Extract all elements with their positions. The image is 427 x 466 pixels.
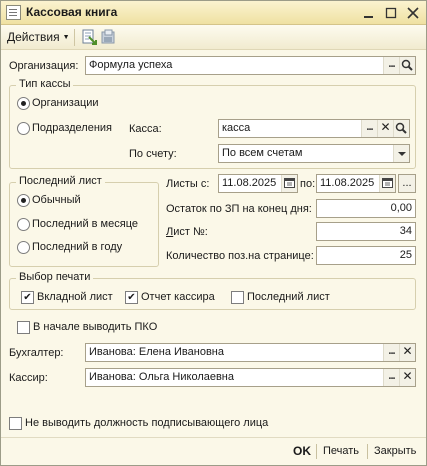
organization-label: Организация: — [9, 60, 79, 72]
actions-menu-label: Действия — [7, 30, 60, 44]
footer-divider — [1, 437, 426, 438]
sheets-from-label: Листы с: — [166, 178, 210, 190]
accountant-label: Бухгалтер: — [9, 347, 64, 359]
clear-icon[interactable]: ✕ — [377, 120, 393, 137]
balance-value: 0,00 — [390, 202, 412, 214]
period-select-label: ... — [402, 177, 412, 189]
checkbox-pko-first-label[interactable]: В начале выводить ПКО — [33, 321, 157, 333]
footer-separator — [367, 444, 368, 459]
radio-last-in-year-label[interactable]: Последний в году — [32, 241, 122, 253]
kassa-value: касса — [222, 122, 251, 134]
kassa-label: Касса: — [129, 123, 162, 135]
accountant-value: Иванова: Елена Ивановна — [89, 346, 224, 358]
radio-last-in-month[interactable] — [17, 218, 30, 231]
radio-last-in-year[interactable] — [17, 241, 30, 254]
radio-subdivision[interactable] — [17, 122, 30, 135]
sheets-from-field[interactable]: 11.08.2025 — [218, 174, 298, 193]
radio-normal-label[interactable]: Обычный — [32, 194, 81, 206]
account-label: По счету: — [129, 148, 177, 160]
sheet-number-label: Лист №: — [166, 226, 208, 238]
radio-organization-label[interactable]: Организации — [32, 97, 99, 109]
caret-down-icon: ▼ — [62, 34, 70, 41]
restore-icon[interactable] — [382, 4, 400, 22]
accountant-select-button[interactable]: ... — [383, 344, 399, 361]
clear-icon[interactable]: ✕ — [399, 344, 415, 361]
checkbox-last-sheet-label[interactable]: Последний лист — [247, 291, 330, 303]
checkbox-last-sheet[interactable] — [231, 291, 244, 304]
title-bar[interactable]: Кассовая книга — [1, 1, 426, 25]
checkbox-hide-position[interactable] — [9, 417, 22, 430]
chevron-down-icon[interactable] — [393, 145, 409, 162]
minimize-icon[interactable] — [360, 4, 378, 22]
calendar-icon[interactable] — [281, 175, 297, 192]
cashier-select-button[interactable]: ... — [383, 369, 399, 386]
organization-value: Формула успеха — [89, 59, 173, 71]
actions-menu-button[interactable]: Действия ▼ — [7, 30, 70, 44]
window-title: Кассовая книга — [26, 5, 118, 19]
sheets-from-value: 11.08.2025 — [222, 177, 277, 189]
count-value: 25 — [399, 249, 412, 261]
checkbox-insert-sheet[interactable]: ✔ — [21, 291, 34, 304]
checkbox-cashier-report[interactable]: ✔ — [125, 291, 138, 304]
close-button[interactable]: Закрыть — [374, 445, 416, 457]
sheets-to-field[interactable]: 11.08.2025 — [316, 174, 396, 193]
balance-label: Остаток по ЗП на конец дня: — [166, 203, 312, 215]
last-sheet-title: Последний лист — [16, 175, 105, 187]
cash-book-window: Кассовая книга Действия ▼ Организация: Ф… — [0, 0, 427, 466]
radio-normal[interactable] — [17, 194, 30, 207]
cash-type-title: Тип кассы — [16, 78, 74, 90]
fill-document-icon[interactable] — [80, 28, 98, 46]
sheets-to-value: 11.08.2025 — [320, 177, 375, 189]
kassa-select-button[interactable]: ... — [361, 120, 377, 137]
account-combobox[interactable]: По всем счетам — [218, 144, 410, 163]
footer-separator — [316, 444, 317, 459]
sheet-number-field[interactable]: 34 — [316, 222, 416, 241]
account-value: По всем счетам — [222, 147, 303, 159]
radio-subdivision-label[interactable]: Подразделения — [32, 122, 112, 134]
period-select-button[interactable]: ... — [398, 174, 416, 193]
print-button[interactable]: Печать — [323, 445, 359, 457]
checkbox-insert-sheet-label[interactable]: Вкладной лист — [37, 291, 113, 303]
ok-button[interactable]: OK — [293, 444, 311, 458]
print-settings-icon[interactable] — [99, 28, 117, 46]
cashier-value: Иванова: Ольга Николаевна — [89, 371, 235, 383]
checkbox-hide-position-label[interactable]: Не выводить должность подписывающего лиц… — [25, 417, 268, 429]
balance-field[interactable]: 0,00 — [316, 199, 416, 218]
organization-field[interactable]: Формула успеха ... — [85, 56, 416, 75]
ledger-icon — [6, 5, 21, 20]
sheet-number-label-rest: ист №: — [173, 226, 208, 238]
clear-icon[interactable]: ✕ — [399, 369, 415, 386]
count-label: Количество поз.на странице: — [166, 250, 314, 262]
checkbox-cashier-report-label[interactable]: Отчет кассира — [141, 291, 215, 303]
search-icon[interactable] — [393, 120, 409, 137]
cashier-label: Кассир: — [9, 372, 48, 384]
kassa-field[interactable]: касса ... ✕ — [218, 119, 410, 138]
accountant-field[interactable]: Иванова: Елена Ивановна ... ✕ — [85, 343, 416, 362]
radio-last-in-month-label[interactable]: Последний в месяце — [32, 218, 138, 230]
organization-select-button[interactable]: ... — [383, 57, 399, 74]
cashier-field[interactable]: Иванова: Ольга Николаевна ... ✕ — [85, 368, 416, 387]
close-icon[interactable] — [404, 4, 422, 22]
print-choice-title: Выбор печати — [16, 271, 94, 283]
toolbar-separator — [74, 29, 75, 46]
checkbox-pko-first[interactable] — [17, 321, 30, 334]
calendar-icon[interactable] — [379, 175, 395, 192]
sheet-number-value: 34 — [399, 225, 412, 237]
sheets-to-label: по: — [300, 178, 316, 190]
toolbar: Действия ▼ — [1, 25, 426, 50]
search-icon[interactable] — [399, 57, 415, 74]
radio-organization[interactable] — [17, 97, 30, 110]
count-field[interactable]: 25 — [316, 246, 416, 265]
